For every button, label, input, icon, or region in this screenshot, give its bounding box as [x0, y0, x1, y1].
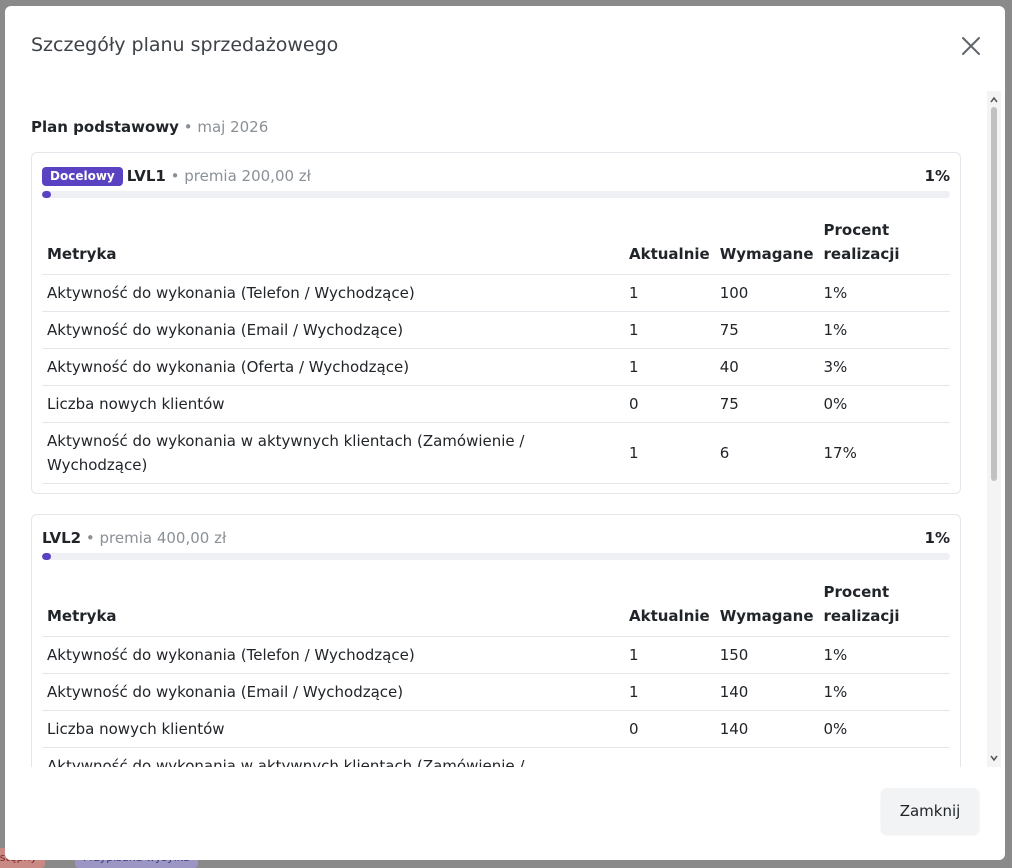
metric-cell: Aktywność do wykonania w aktywnych klien… [42, 422, 624, 484]
level-bonus: • premia 200,00 zł [165, 167, 311, 185]
modal-body: Plan podstawowy • maj 2026 Docelowy LVL1 … [5, 91, 987, 767]
required-cell: 140 [714, 710, 819, 748]
level-percent: 1% [924, 167, 950, 185]
metrics-table: Metryka Aktualnie Wymagane Procent reali… [42, 211, 950, 484]
metric-cell: Aktywność do wykonania (Email / Wychodzą… [42, 311, 624, 349]
scroll-up-icon[interactable] [989, 95, 999, 105]
column-header-metric: Metryka [42, 211, 624, 275]
current-cell: 1 [624, 274, 715, 312]
column-header-required: Wymagane [714, 573, 819, 637]
level-header: Docelowy LVL1 • premia 200,00 zł 1% [42, 165, 950, 187]
table-row: Aktywność do wykonania w aktywnych klien… [42, 747, 950, 767]
completion-cell: 1% [818, 673, 950, 711]
current-cell: 0 [624, 385, 715, 423]
metric-cell: Aktywność do wykonania (Email / Wychodzą… [42, 673, 624, 711]
completion-cell [818, 747, 950, 767]
metric-cell: Aktywność do wykonania (Oferta / Wychodz… [42, 348, 624, 386]
level-bonus: • premia 400,00 zł [81, 529, 227, 547]
metric-cell: Aktywność do wykonania w aktywnych klien… [42, 747, 624, 767]
plan-period: maj 2026 [197, 118, 269, 136]
level-progress-fill [42, 553, 52, 560]
column-header-current: Aktualnie [624, 211, 715, 275]
modal-title: Szczegóły planu sprzedażowego [31, 34, 339, 56]
column-header-metric: Metryka [42, 573, 624, 637]
column-header-required: Wymagane [714, 211, 819, 275]
table-row: Aktywność do wykonania (Email / Wychodzą… [42, 673, 950, 711]
table-row: Aktywność do wykonania w aktywnych klien… [42, 422, 950, 484]
current-cell: 1 [624, 348, 715, 386]
plan-separator: • [178, 118, 198, 136]
completion-cell: 17% [818, 422, 950, 484]
current-cell: 1 [624, 422, 715, 484]
table-row: Aktywność do wykonania (Telefon / Wychod… [42, 636, 950, 674]
level-header: LVL2 • premia 400,00 zł 1% [42, 527, 950, 549]
level-name: LVL2 [42, 529, 82, 547]
completion-cell: 0% [818, 385, 950, 423]
level-progress-fill [42, 191, 52, 198]
close-icon[interactable] [959, 34, 983, 58]
metric-cell: Liczba nowych klientów [42, 710, 624, 748]
current-cell: 1 [624, 311, 715, 349]
required-cell: 75 [714, 311, 819, 349]
required-cell [714, 747, 819, 767]
level-progress-bar [42, 191, 950, 198]
required-cell: 75 [714, 385, 819, 423]
required-cell: 6 [714, 422, 819, 484]
current-cell: 0 [624, 710, 715, 748]
required-cell: 100 [714, 274, 819, 312]
current-cell [624, 747, 715, 767]
completion-cell: 1% [818, 311, 950, 349]
level-card-lvl1: Docelowy LVL1 • premia 200,00 zł 1% Metry… [31, 152, 961, 494]
close-button[interactable]: Zamknij [881, 788, 979, 834]
plan-name: Plan podstawowy [31, 118, 179, 136]
completion-cell: 0% [818, 710, 950, 748]
completion-cell: 3% [818, 348, 950, 386]
metrics-table: Metryka Aktualnie Wymagane Procent reali… [42, 573, 950, 767]
modal-scrollbar[interactable] [987, 91, 1001, 767]
table-row: Aktywność do wykonania (Email / Wychodzą… [42, 311, 950, 349]
metric-cell: Aktywność do wykonania (Telefon / Wychod… [42, 274, 624, 312]
plan-details-modal: Szczegóły planu sprzedażowego Plan podst… [5, 6, 1005, 860]
completion-cell: 1% [818, 636, 950, 674]
plan-header: Plan podstawowy • maj 2026 [31, 118, 268, 136]
table-row: Liczba nowych klientów 0 75 0% [42, 385, 950, 423]
required-cell: 140 [714, 673, 819, 711]
metric-cell: Aktywność do wykonania (Telefon / Wychod… [42, 636, 624, 674]
current-cell: 1 [624, 636, 715, 674]
table-row: Liczba nowych klientów 0 140 0% [42, 710, 950, 748]
column-header-completion: Procent realizacji [818, 573, 950, 637]
table-row: Aktywność do wykonania (Oferta / Wychodz… [42, 348, 950, 386]
column-header-completion: Procent realizacji [818, 211, 950, 275]
current-cell: 1 [624, 673, 715, 711]
metric-cell: Liczba nowych klientów [42, 385, 624, 423]
completion-cell: 1% [818, 274, 950, 312]
scroll-thumb[interactable] [991, 107, 997, 481]
target-badge: Docelowy [42, 167, 123, 186]
level-name: LVL1 [126, 167, 166, 185]
required-cell: 150 [714, 636, 819, 674]
required-cell: 40 [714, 348, 819, 386]
level-progress-bar [42, 553, 950, 560]
column-header-current: Aktualnie [624, 573, 715, 637]
table-header-row: Metryka Aktualnie Wymagane Procent reali… [42, 573, 950, 637]
table-header-row: Metryka Aktualnie Wymagane Procent reali… [42, 211, 950, 275]
table-row: Aktywność do wykonania (Telefon / Wychod… [42, 274, 950, 312]
level-percent: 1% [924, 529, 950, 547]
scroll-down-icon[interactable] [989, 753, 999, 763]
level-card-lvl2: LVL2 • premia 400,00 zł 1% Metryka Aktua… [31, 514, 961, 767]
